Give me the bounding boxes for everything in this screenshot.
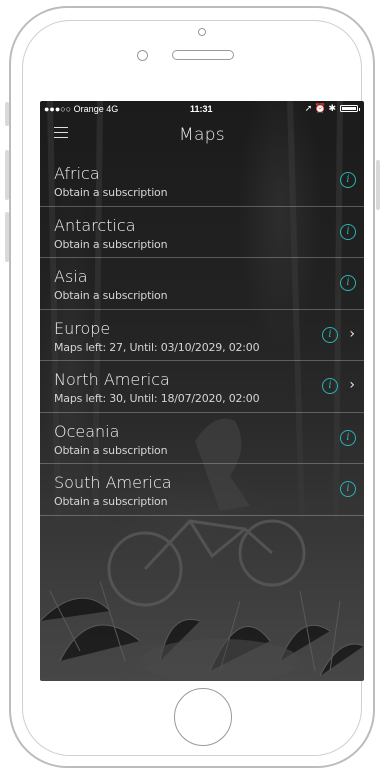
list-item[interactable]: Antarctica Obtain a subscription i: [40, 207, 364, 258]
region-name: Europe: [54, 318, 111, 338]
volume-up-button: [5, 150, 9, 200]
region-subtitle: Obtain a subscription: [54, 495, 168, 508]
info-icon[interactable]: i: [322, 378, 338, 394]
region-subtitle: Maps left: 27, Until: 03/10/2029, 02:00: [54, 340, 260, 354]
region-name: North America: [54, 370, 170, 389]
list-item[interactable]: North America Maps left: 30, Until: 18/0…: [40, 361, 364, 413]
list-item[interactable]: Europe Maps left: 27, Until: 03/10/2029,…: [40, 310, 364, 361]
location-alarm-bluetooth-icons: ➚ ⏰ ✱: [304, 103, 336, 113]
status-bar: ●●●○○ Orange 4G 11:31 ➚ ⏰ ✱: [40, 101, 364, 117]
info-icon[interactable]: i: [322, 326, 338, 343]
list-item[interactable]: Asia Obtain a subscription i: [40, 258, 364, 310]
list-item[interactable]: Africa Obtain a subscription i: [40, 155, 364, 207]
region-name: Asia: [54, 267, 88, 286]
list-item[interactable]: South America Obtain a subscription i: [40, 464, 364, 516]
volume-down-button: [5, 212, 9, 262]
power-button: [376, 160, 380, 210]
app-screen: ●●●○○ Orange 4G 11:31 ➚ ⏰ ✱ Maps Africa …: [40, 101, 364, 681]
region-subtitle: Obtain a subscription: [54, 289, 168, 302]
carrier-label: ●●●○○ Orange 4G: [44, 104, 119, 114]
page-title: Maps: [179, 125, 225, 145]
earpiece-speaker: [172, 50, 234, 60]
navigation-bar: Maps: [40, 117, 364, 155]
region-name: Oceania: [54, 421, 120, 441]
region-name: South America: [54, 473, 172, 492]
region-subtitle: Maps left: 30, Until: 18/07/2020, 02:00: [54, 392, 260, 405]
info-icon[interactable]: i: [340, 429, 356, 446]
chevron-right-icon[interactable]: ›: [349, 326, 355, 342]
region-name: Africa: [54, 164, 100, 183]
region-subtitle: Obtain a subscription: [54, 237, 168, 251]
list-item[interactable]: Oceania Obtain a subscription i: [40, 413, 364, 464]
clock: 11:31: [190, 104, 213, 114]
region-subtitle: Obtain a subscription: [54, 186, 168, 199]
region-name: Antarctica: [54, 215, 136, 235]
region-list: Africa Obtain a subscription i Antarctic…: [40, 155, 364, 516]
info-icon[interactable]: i: [340, 481, 356, 497]
region-subtitle: Obtain a subscription: [54, 443, 168, 457]
chevron-right-icon[interactable]: ›: [349, 377, 355, 393]
mute-switch: [5, 102, 9, 126]
info-icon[interactable]: i: [340, 275, 356, 291]
info-icon[interactable]: i: [340, 223, 356, 240]
home-button[interactable]: [174, 688, 232, 746]
battery-icon: [340, 105, 360, 112]
proximity-sensor: [137, 50, 148, 61]
status-indicators: ➚ ⏰ ✱: [304, 103, 360, 114]
front-camera: [198, 28, 206, 36]
info-icon[interactable]: i: [340, 172, 356, 188]
